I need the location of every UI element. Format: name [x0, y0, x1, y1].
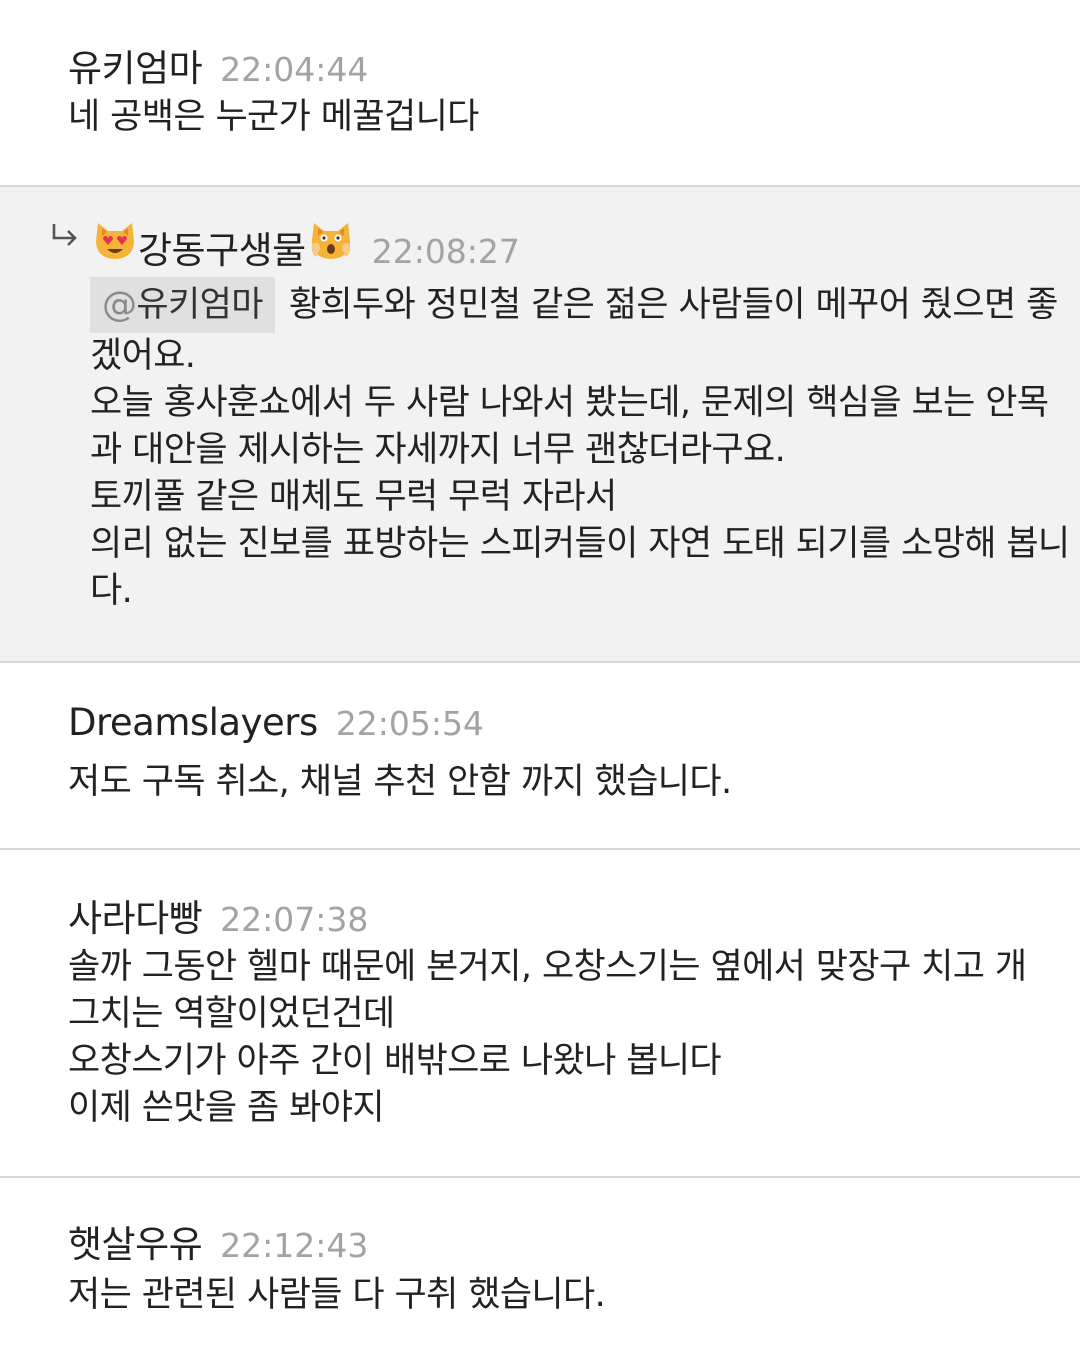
comment-author[interactable]: 사라다빵 [68, 888, 203, 942]
comment-timestamp: 22:12:43 [220, 1226, 369, 1265]
comment-item: 유키엄마 22:04:44 네 공백은 누군가 메꿀겁니다 [0, 0, 1080, 185]
reply-comment-item: 강동구생물 22:08:27 @유키엄마 황희두와 정민철 같은 젊은 사람들이 … [0, 187, 1080, 661]
comment-author[interactable]: Dreamslayers [68, 701, 318, 744]
comment-timestamp: 22:04:44 [220, 50, 369, 89]
comment-text: 저는 관련된 사람들 다 구취 했습니다. [68, 1275, 606, 1315]
comment-text: 저도 구독 취소, 채널 추천 안함 까지 했습니다. [68, 762, 732, 802]
comment-author[interactable]: 햇살우유 [68, 1214, 203, 1268]
weary-cat-icon [311, 223, 350, 259]
comment-timestamp: 22:05:54 [335, 704, 484, 743]
comment-author[interactable]: 유키엄마 [68, 38, 203, 92]
comment-timestamp: 22:08:27 [371, 232, 520, 271]
comment-author[interactable]: 강동구생물 [138, 220, 306, 274]
comment-text: 솔까 그동안 헬마 때문에 본거지, 오창스기는 옆에서 맞장구 치고 개 그치… [68, 947, 1027, 1128]
comment-text: @유키엄마 황희두와 정민철 같은 젊은 사람들이 메꾸어 줬으면 좋 겠어요. … [90, 277, 1070, 615]
comment-text: 네 공백은 누군가 메꿀겁니다 [68, 97, 479, 137]
comment-item: 사라다빵 22:07:38 솔까 그동안 헬마 때문에 본거지, 오창스기는 옆… [0, 850, 1080, 1176]
comment-item: Dreamslayers 22:05:54 저도 구독 취소, 채널 추천 안함… [0, 663, 1080, 848]
reply-arrow-icon [52, 224, 77, 246]
comment-item: 햇살우유 22:12:43 저는 관련된 사람들 다 구취 했습니다. [0, 1178, 1080, 1356]
smiling-cat-heart-eyes-icon [96, 223, 134, 259]
comment-timestamp: 22:07:38 [220, 900, 369, 939]
mention-tag[interactable]: @유키엄마 [90, 277, 275, 333]
